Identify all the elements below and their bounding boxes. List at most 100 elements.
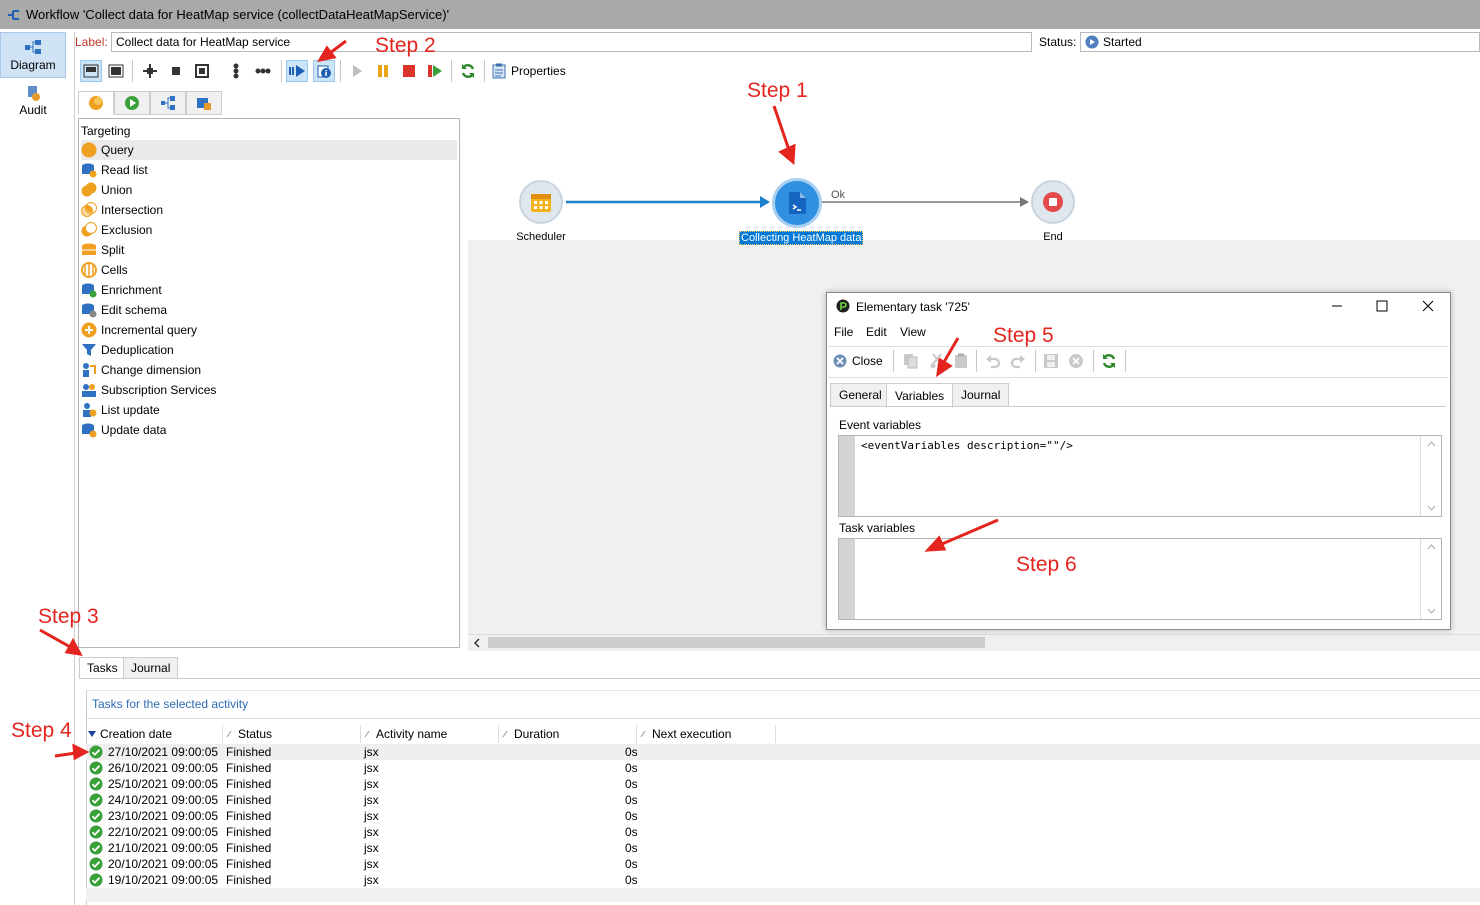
task-variables-editor[interactable]: [838, 538, 1442, 620]
scroll-left-icon[interactable]: [473, 638, 481, 648]
palette-item-list-update[interactable]: List update: [81, 400, 457, 420]
title-bar: Workflow 'Collect data for HeatMap servi…: [0, 0, 1480, 29]
table-row[interactable]: 27/10/2021 09:00:05 Finished jsx 0s: [86, 744, 1480, 760]
scroll-up-icon[interactable]: [1427, 441, 1436, 447]
palette-item-update-data[interactable]: Update data: [81, 420, 457, 440]
editor-vertical-scrollbar[interactable]: [1420, 539, 1441, 619]
tab-journal[interactable]: Journal: [952, 383, 1010, 407]
table-row[interactable]: 22/10/2021 09:00:05 Finished jsx 0s: [86, 824, 1480, 840]
cell-status: Finished: [226, 793, 272, 807]
task-info-icon: [316, 63, 332, 79]
stop-button[interactable]: [398, 60, 420, 82]
align-vertical-button[interactable]: [225, 60, 247, 82]
pause-button[interactable]: [372, 60, 394, 82]
table-row[interactable]: 20/10/2021 09:00:05 Finished jsx 0s: [86, 856, 1480, 872]
task-variables-label: Task variables: [839, 521, 916, 535]
palette-item-edit-schema[interactable]: Edit schema: [81, 300, 457, 320]
table-row[interactable]: 26/10/2021 09:00:05 Finished jsx 0s: [86, 760, 1480, 776]
tab-general[interactable]: General: [830, 383, 891, 407]
nav-audit[interactable]: Audit: [0, 82, 66, 122]
column-creation-date[interactable]: Creation date: [88, 725, 172, 743]
node-collecting-heatmap-data-label: Collecting HeatMap data: [739, 231, 864, 245]
copy-icon[interactable]: [903, 353, 919, 369]
palette-item-enrichment[interactable]: Enrichment: [81, 280, 457, 300]
column-activity-name[interactable]: Activity name: [364, 725, 447, 743]
table-row[interactable]: 21/10/2021 09:00:05 Finished jsx 0s: [86, 840, 1480, 856]
menu-file[interactable]: File: [834, 325, 853, 339]
maximize-icon[interactable]: [1376, 300, 1388, 312]
save-icon[interactable]: [1043, 353, 1059, 369]
palette-item-cells[interactable]: Cells: [81, 260, 457, 280]
table-row[interactable]: 25/10/2021 09:00:05 Finished jsx 0s: [86, 776, 1480, 792]
palette-item-read-list[interactable]: Read list: [81, 160, 457, 180]
column-status[interactable]: Status: [226, 725, 272, 743]
tab-journal-bottom[interactable]: Journal: [123, 657, 179, 679]
palette-item-deduplication[interactable]: Deduplication: [81, 340, 457, 360]
column-sort-icon: [364, 730, 370, 738]
show-tasks-button[interactable]: [313, 60, 335, 82]
palette-item-intersection[interactable]: Intersection: [81, 200, 457, 220]
step-forward-button[interactable]: [286, 60, 308, 82]
table-row[interactable]: 19/10/2021 09:00:05 Finished jsx 0s: [86, 872, 1480, 888]
select-button[interactable]: [165, 60, 187, 82]
align-horizontal-button[interactable]: [252, 60, 274, 82]
palette-item-incremental-query[interactable]: Incremental query: [81, 320, 457, 340]
menu-view[interactable]: View: [900, 325, 926, 339]
label-input[interactable]: [111, 32, 1032, 52]
refresh-button[interactable]: [457, 60, 479, 82]
tab-tasks[interactable]: Tasks: [79, 657, 126, 679]
palette-item-split[interactable]: Split: [81, 240, 457, 260]
nav-diagram[interactable]: Diagram: [0, 32, 66, 78]
move-button[interactable]: [139, 60, 161, 82]
editor-vertical-scrollbar[interactable]: [1420, 436, 1441, 516]
table-row[interactable]: 24/10/2021 09:00:05 Finished jsx 0s: [86, 792, 1480, 808]
palette-tab-flow-control[interactable]: [114, 91, 150, 115]
menu-edit[interactable]: Edit: [866, 325, 887, 339]
node-end[interactable]: [1031, 180, 1075, 224]
start-button[interactable]: [346, 60, 368, 82]
node-scheduler[interactable]: [519, 180, 563, 224]
scroll-down-icon[interactable]: [1427, 608, 1436, 614]
refresh-icon[interactable]: [1101, 353, 1117, 369]
palette-item-exclusion[interactable]: Exclusion: [81, 220, 457, 240]
column-duration[interactable]: Duration: [502, 725, 559, 743]
canvas-horizontal-scrollbar[interactable]: [468, 634, 1480, 651]
properties-button[interactable]: Properties: [492, 62, 566, 80]
cancel-icon[interactable]: [1068, 353, 1084, 369]
annotation-step-5: Step 5: [993, 324, 1054, 347]
node-end-label: End: [1043, 231, 1063, 243]
table-row[interactable]: 23/10/2021 09:00:05 Finished jsx 0s: [86, 808, 1480, 824]
view-layout-2-button[interactable]: [105, 60, 127, 82]
undo-icon[interactable]: [985, 353, 1001, 369]
tab-variables[interactable]: Variables: [886, 383, 954, 408]
node-collecting-heatmap-data[interactable]: [772, 178, 822, 228]
column-sort-icon: [502, 730, 508, 738]
transition-arrowhead: [760, 196, 770, 208]
minimize-icon[interactable]: [1331, 300, 1343, 312]
resume-button[interactable]: [424, 60, 446, 82]
palette-tab-events[interactable]: [186, 91, 222, 115]
redo-icon[interactable]: [1010, 353, 1026, 369]
palette-item-query[interactable]: Query: [81, 140, 457, 160]
close-window-icon[interactable]: [1422, 300, 1434, 312]
scrollbar-thumb[interactable]: [488, 637, 985, 648]
scroll-down-icon[interactable]: [1427, 505, 1436, 511]
paste-icon[interactable]: [953, 353, 969, 369]
finished-check-icon: [89, 825, 103, 839]
palette-tab-actions[interactable]: [150, 91, 186, 115]
palette-item-union[interactable]: Union: [81, 180, 457, 200]
finished-check-icon: [89, 857, 103, 871]
palette-tab-targeting[interactable]: [78, 91, 114, 115]
close-button[interactable]: Close: [833, 352, 883, 370]
cell-creation-date: 25/10/2021 09:00:05: [108, 777, 219, 791]
tasks-table-header: [86, 724, 1480, 745]
cut-icon[interactable]: [929, 353, 945, 369]
scroll-up-icon[interactable]: [1427, 544, 1436, 550]
fit-button[interactable]: [191, 60, 213, 82]
view-layout-1-button[interactable]: [80, 60, 102, 82]
palette-item-change-dimension[interactable]: Change dimension: [81, 360, 457, 380]
column-next-execution[interactable]: Next execution: [640, 725, 731, 743]
event-variables-editor[interactable]: <eventVariables description=""/>: [838, 435, 1442, 517]
palette-item-subscription-services[interactable]: Subscription Services: [81, 380, 457, 400]
tasks-horizontal-scrollbar[interactable]: [86, 888, 1480, 902]
